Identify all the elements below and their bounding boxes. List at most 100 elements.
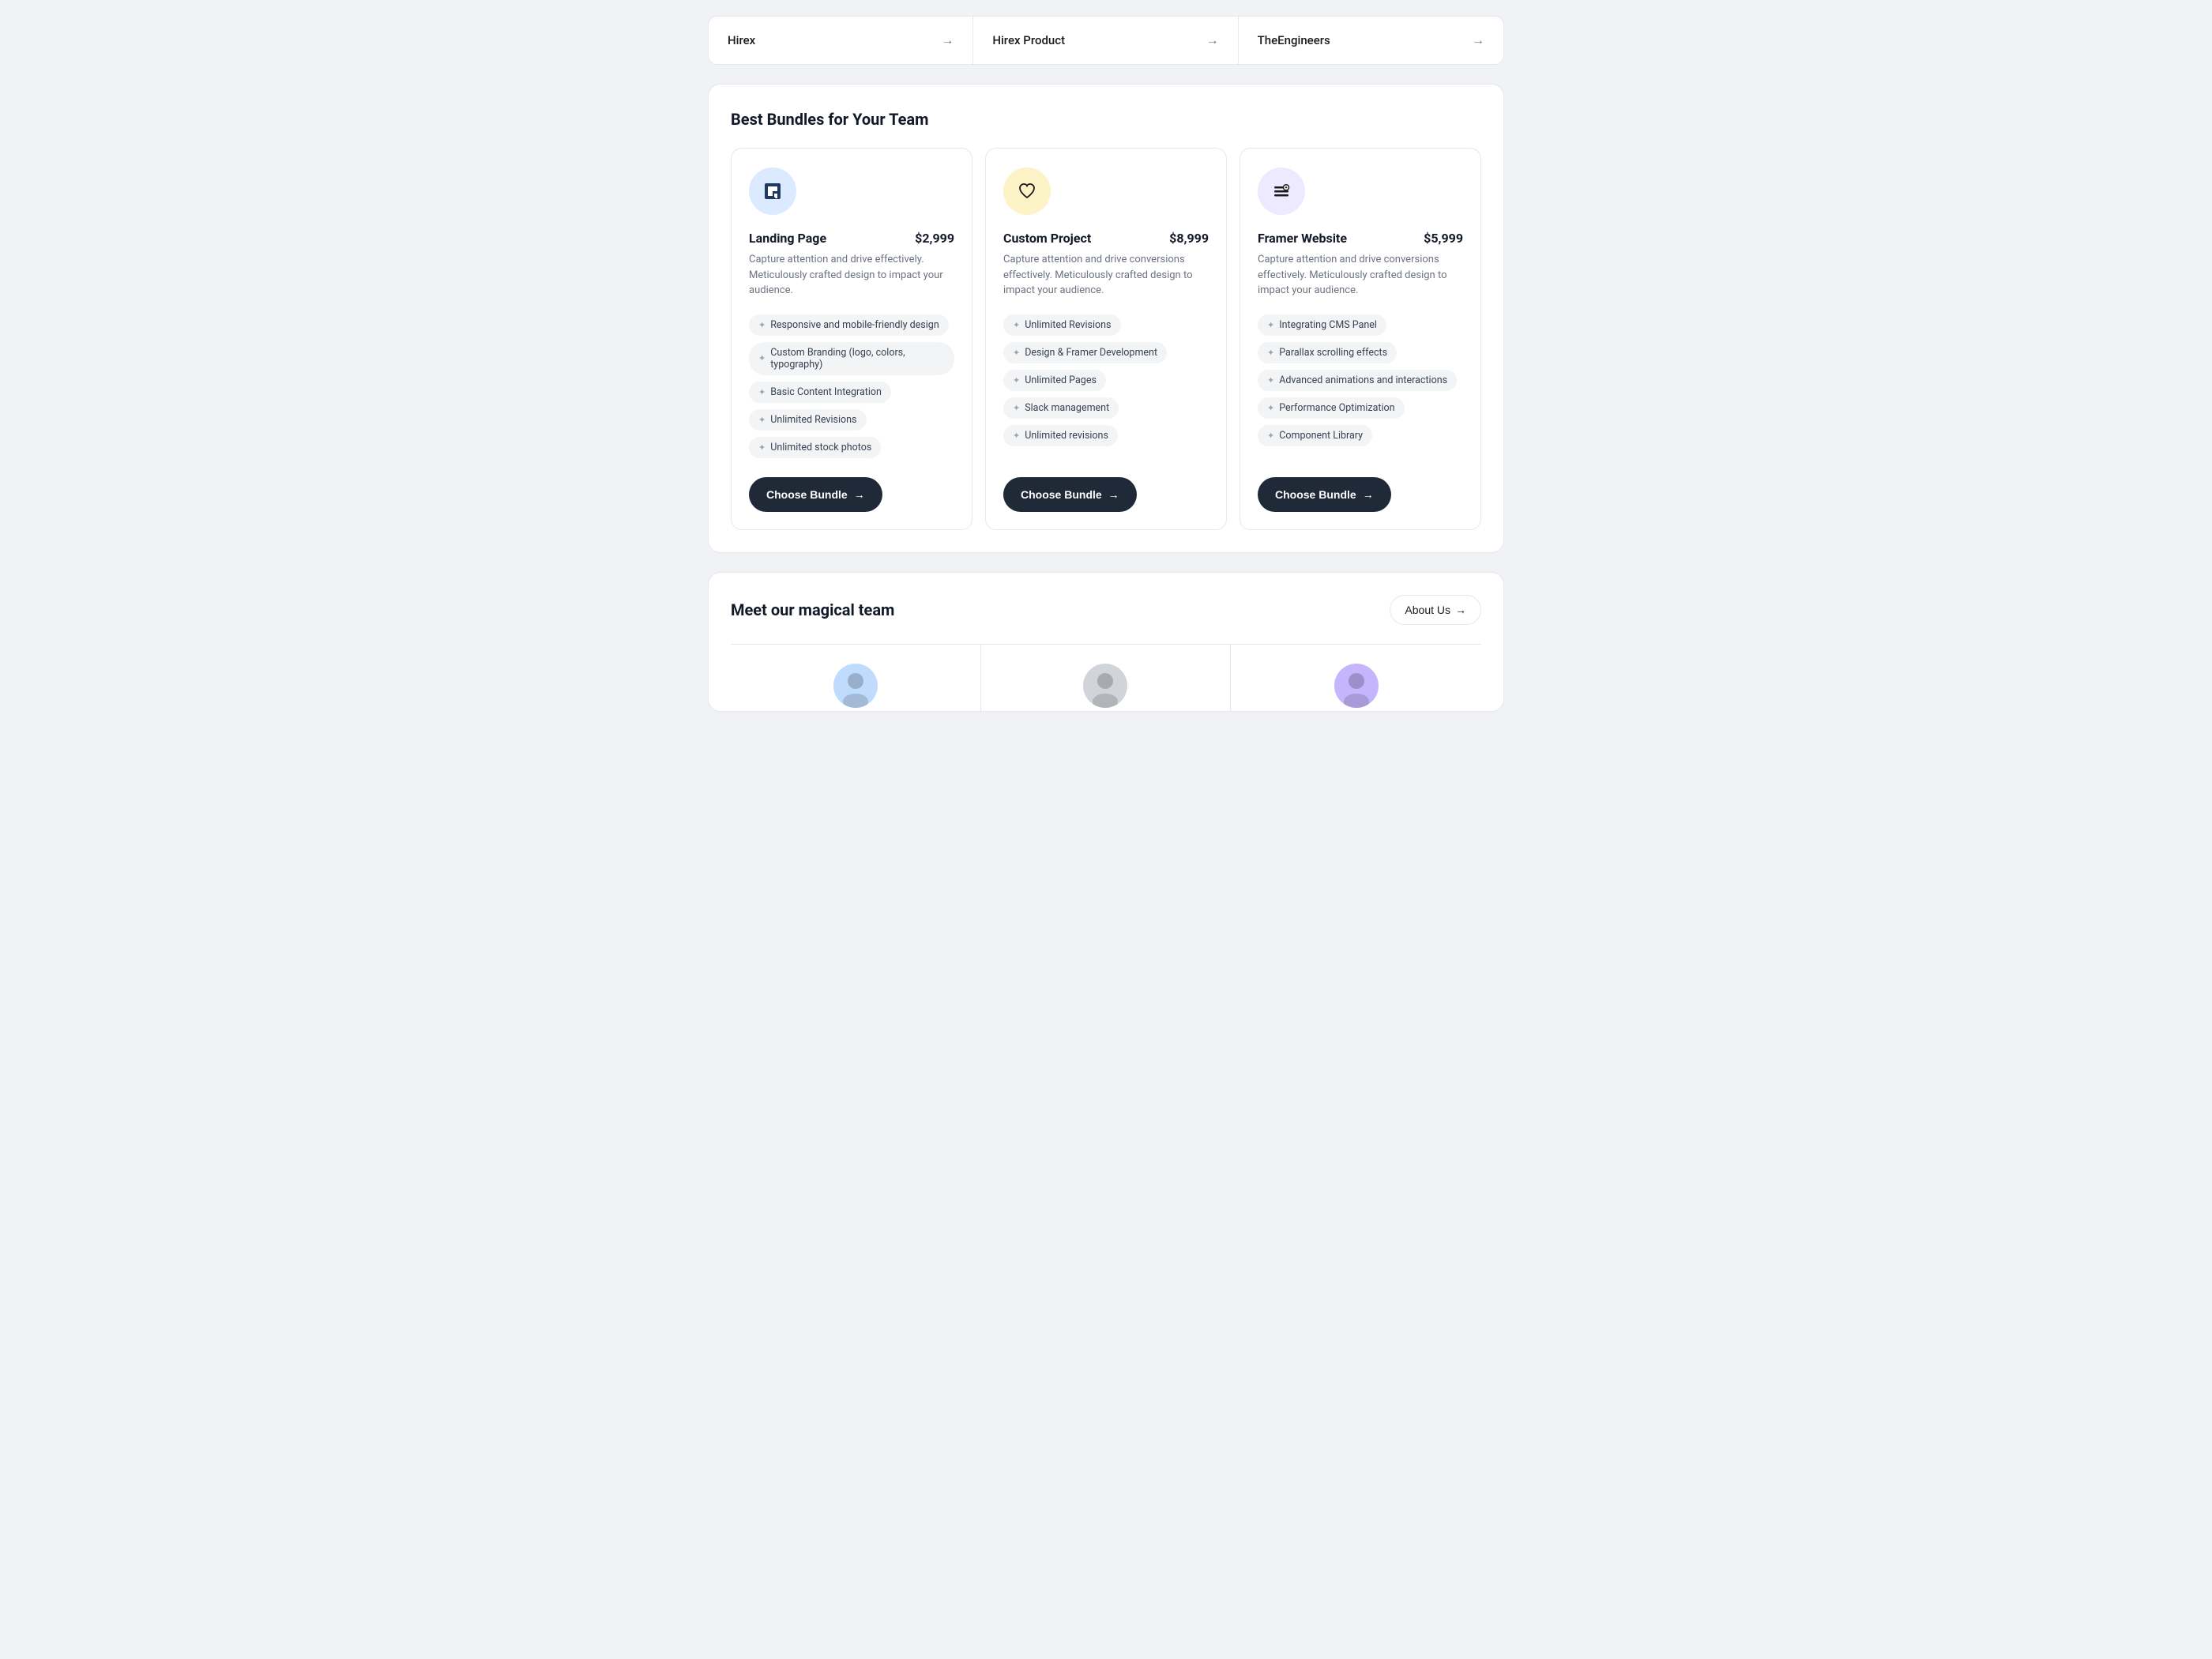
feature-tag: ✦ Unlimited Revisions [1003, 314, 1121, 336]
bundle-name-framer-website: Framer Website [1258, 231, 1347, 246]
feature-label: Performance Optimization [1279, 402, 1394, 414]
bundle-features-custom-project: ✦ Unlimited Revisions ✦ Design & Framer … [1003, 314, 1209, 458]
bundles-grid: Landing Page $2,999 Capture attention an… [731, 148, 1481, 530]
top-link-label-hirex-product: Hirex Product [992, 33, 1065, 47]
team-card-member-3 [1231, 645, 1481, 711]
sparkle-icon: ✦ [1267, 348, 1274, 358]
team-header: Meet our magical team About Us → [731, 595, 1481, 625]
feature-tag: ✦ Design & Framer Development [1003, 342, 1167, 363]
feature-label: Unlimited stock photos [770, 442, 871, 453]
bundle-price-framer-website: $5,999 [1424, 231, 1463, 246]
bundle-desc-framer-website: Capture attention and drive conversions … [1258, 252, 1463, 299]
bundle-price-custom-project: $8,999 [1169, 231, 1209, 246]
sparkle-icon: ✦ [1267, 375, 1274, 386]
top-link-label-hirex: Hirex [728, 33, 755, 47]
sparkle-icon: ✦ [758, 320, 766, 330]
choose-bundle-arrow-icon-framer-website: → [1363, 488, 1374, 501]
top-link-arrow-icon-hirex: → [941, 32, 954, 48]
feature-tag: ✦ Performance Optimization [1258, 397, 1405, 419]
bundle-features-landing-page: ✦ Responsive and mobile-friendly design … [749, 314, 954, 458]
bundle-desc-landing-page: Capture attention and drive effectively.… [749, 252, 954, 299]
sparkle-icon: ✦ [1013, 348, 1020, 358]
feature-label: Design & Framer Development [1025, 347, 1157, 359]
sparkle-icon: ✦ [1013, 403, 1020, 413]
top-link-label-the-engineers: TheEngineers [1258, 33, 1330, 47]
choose-bundle-arrow-icon-custom-project: → [1108, 488, 1119, 501]
bundles-title: Best Bundles for Your Team [731, 110, 1481, 129]
feature-label: Unlimited Revisions [770, 414, 856, 426]
avatar-member-3 [1334, 664, 1379, 708]
bundle-card-custom-project: Custom Project $8,999 Capture attention … [985, 148, 1227, 530]
feature-label: Advanced animations and interactions [1279, 374, 1447, 386]
choose-bundle-button-framer-website[interactable]: Choose Bundle → [1258, 477, 1391, 512]
sparkle-icon: ✦ [758, 442, 766, 453]
sparkle-icon: ✦ [758, 353, 766, 363]
team-card-member-1 [731, 645, 981, 711]
bundle-card-framer-website: Framer Website $5,999 Capture attention … [1240, 148, 1481, 530]
feature-label: Unlimited Pages [1025, 374, 1097, 386]
feature-tag: ✦ Unlimited Revisions [749, 409, 867, 431]
bundle-features-framer-website: ✦ Integrating CMS Panel ✦ Parallax scrol… [1258, 314, 1463, 458]
feature-label: Basic Content Integration [770, 386, 882, 398]
feature-label: Responsive and mobile-friendly design [770, 319, 939, 331]
feature-tag: ✦ Basic Content Integration [749, 382, 891, 403]
top-link-arrow-icon-hirex-product: → [1206, 32, 1219, 48]
sparkle-icon: ✦ [1013, 375, 1020, 386]
choose-bundle-button-landing-page[interactable]: Choose Bundle → [749, 477, 882, 512]
bundle-icon-custom-project [1003, 167, 1051, 215]
top-link-arrow-icon-the-engineers: → [1472, 32, 1484, 48]
feature-tag: ✦ Responsive and mobile-friendly design [749, 314, 949, 336]
choose-bundle-button-custom-project[interactable]: Choose Bundle → [1003, 477, 1137, 512]
team-card-member-2 [981, 645, 1232, 711]
bundle-header-custom-project: Custom Project $8,999 [1003, 231, 1209, 246]
bundle-icon-framer-website [1258, 167, 1305, 215]
team-title: Meet our magical team [731, 600, 894, 619]
bundle-name-landing-page: Landing Page [749, 231, 826, 246]
about-us-button[interactable]: About Us → [1390, 595, 1481, 625]
feature-tag: ✦ Slack management [1003, 397, 1119, 419]
feature-label: Unlimited Revisions [1025, 319, 1111, 331]
sparkle-icon: ✦ [1013, 320, 1020, 330]
feature-tag: ✦ Component Library [1258, 425, 1372, 446]
choose-bundle-label-custom-project: Choose Bundle [1021, 488, 1102, 501]
top-link-hirex[interactable]: Hirex → [709, 17, 973, 64]
about-us-arrow-icon: → [1455, 604, 1466, 616]
top-link-the-engineers[interactable]: TheEngineers → [1239, 17, 1503, 64]
feature-label: Component Library [1279, 430, 1363, 442]
feature-label: Unlimited revisions [1025, 430, 1108, 442]
bundle-icon-landing-page [749, 167, 796, 215]
feature-tag: ✦ Unlimited stock photos [749, 437, 881, 458]
sparkle-icon: ✦ [1267, 403, 1274, 413]
team-grid [731, 644, 1481, 711]
sparkle-icon: ✦ [758, 387, 766, 397]
avatar-member-1 [833, 664, 878, 708]
top-links-row: Hirex → Hirex Product → TheEngineers → [708, 16, 1504, 65]
top-link-hirex-product[interactable]: Hirex Product → [973, 17, 1238, 64]
avatar-member-2 [1083, 664, 1127, 708]
feature-tag: ✦ Unlimited revisions [1003, 425, 1118, 446]
about-us-label: About Us [1405, 604, 1450, 616]
sparkle-icon: ✦ [1267, 320, 1274, 330]
bundle-card-landing-page: Landing Page $2,999 Capture attention an… [731, 148, 972, 530]
sparkle-icon: ✦ [1013, 431, 1020, 441]
feature-tag: ✦ Parallax scrolling effects [1258, 342, 1397, 363]
feature-label: Parallax scrolling effects [1279, 347, 1387, 359]
bundle-header-landing-page: Landing Page $2,999 [749, 231, 954, 246]
feature-tag: ✦ Advanced animations and interactions [1258, 370, 1457, 391]
choose-bundle-label-landing-page: Choose Bundle [766, 488, 848, 501]
feature-tag: ✦ Unlimited Pages [1003, 370, 1106, 391]
bundle-price-landing-page: $2,999 [915, 231, 954, 246]
bundle-header-framer-website: Framer Website $5,999 [1258, 231, 1463, 246]
feature-tag: ✦ Custom Branding (logo, colors, typogra… [749, 342, 954, 375]
bundle-desc-custom-project: Capture attention and drive conversions … [1003, 252, 1209, 299]
team-section: Meet our magical team About Us → [708, 572, 1504, 712]
bundle-name-custom-project: Custom Project [1003, 231, 1091, 246]
feature-label: Slack management [1025, 402, 1109, 414]
feature-tag: ✦ Integrating CMS Panel [1258, 314, 1386, 336]
sparkle-icon: ✦ [758, 415, 766, 425]
feature-label: Custom Branding (logo, colors, typograph… [770, 347, 945, 371]
choose-bundle-label-framer-website: Choose Bundle [1275, 488, 1356, 501]
feature-label: Integrating CMS Panel [1279, 319, 1377, 331]
sparkle-icon: ✦ [1267, 431, 1274, 441]
choose-bundle-arrow-icon-landing-page: → [854, 488, 865, 501]
